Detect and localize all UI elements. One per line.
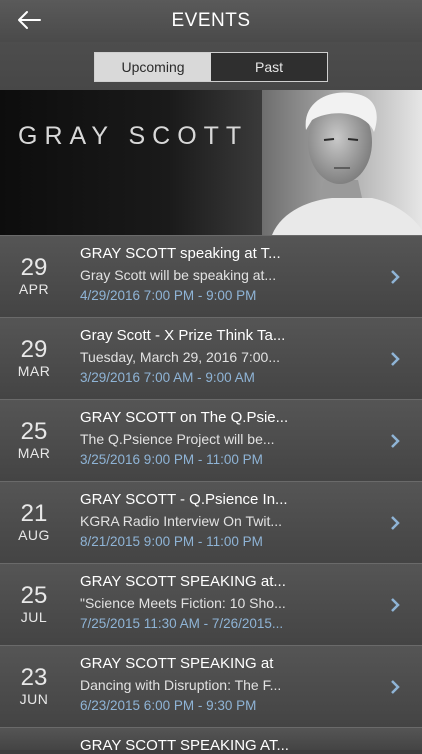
tab-switcher: Upcoming Past: [94, 52, 328, 82]
speaker-portrait: [262, 90, 422, 235]
event-date: 29 MAR: [0, 338, 68, 380]
event-time: 7/25/2015 11:30 AM - 7/26/2015...: [80, 616, 284, 631]
event-description: Gray Scott will be speaking at...: [80, 267, 277, 283]
event-row[interactable]: 25 JUL GRAY SCOTT SPEAKING at... "Scienc…: [0, 563, 422, 645]
event-date: 21 AUG: [0, 502, 68, 544]
event-description: Tuesday, March 29, 2016 7:00...: [80, 349, 281, 365]
page-title: EVENTS: [171, 10, 251, 31]
event-date: 29 APR: [0, 256, 68, 298]
chevron-right-icon: [391, 680, 400, 694]
event-time: 3/29/2016 7:00 AM - 9:00 AM: [80, 370, 255, 385]
event-row[interactable]: 29 APR GRAY SCOTT speaking at T... Gray …: [0, 235, 422, 317]
event-description: The Q.Psience Project will be...: [80, 431, 275, 447]
event-day: 29: [20, 254, 48, 281]
event-title: Gray Scott - X Prize Think Ta...: [80, 327, 286, 344]
event-month: APR: [18, 281, 50, 297]
segment-bar: Upcoming Past: [0, 42, 422, 90]
event-time: 6/23/2015 6:00 PM - 9:30 PM: [80, 698, 257, 713]
event-description: KGRA Radio Interview On Twit...: [80, 513, 283, 529]
event-month: JUL: [20, 609, 48, 625]
event-row[interactable]: 21 AUG GRAY SCOTT - Q.Psience In... KGRA…: [0, 481, 422, 563]
event-description: Dancing with Disruption: The F...: [80, 677, 282, 693]
speaker-banner: GRAY SCOTT: [0, 90, 422, 235]
event-title: GRAY SCOTT - Q.Psience In...: [80, 491, 288, 508]
chevron-right-icon: [391, 352, 400, 366]
event-day: 25: [20, 418, 48, 445]
event-title: GRAY SCOTT speaking at T...: [80, 245, 281, 262]
event-title: GRAY SCOTT on The Q.Psie...: [80, 409, 289, 426]
event-month: JUN: [19, 691, 49, 707]
chevron-right-icon: [391, 434, 400, 448]
event-day: 29: [20, 336, 48, 363]
chevron-right-icon: [391, 270, 400, 284]
event-row[interactable]: 23 JUN GRAY SCOTT SPEAKING at Dancing wi…: [0, 645, 422, 727]
event-row[interactable]: 25 MAR GRAY SCOTT on The Q.Psie... The Q…: [0, 399, 422, 481]
event-row[interactable]: GRAY SCOTT SPEAKING AT...: [0, 727, 422, 754]
tab-upcoming[interactable]: Upcoming: [95, 53, 211, 81]
event-time: 4/29/2016 7:00 PM - 9:00 PM: [80, 288, 257, 303]
banner-name: GRAY SCOTT: [18, 122, 249, 150]
event-day: 25: [20, 582, 48, 609]
event-title: GRAY SCOTT SPEAKING AT...: [80, 737, 289, 754]
event-row[interactable]: 29 MAR Gray Scott - X Prize Think Ta... …: [0, 317, 422, 399]
event-date: 25 MAR: [0, 420, 68, 462]
event-day: 21: [20, 500, 48, 527]
event-title: GRAY SCOTT SPEAKING at: [80, 655, 274, 672]
chevron-right-icon: [391, 516, 400, 530]
tab-past[interactable]: Past: [211, 53, 327, 81]
event-date: 23 JUN: [0, 666, 68, 708]
event-title: GRAY SCOTT SPEAKING at...: [80, 573, 286, 590]
event-time: 8/21/2015 9:00 PM - 11:00 PM: [80, 534, 263, 549]
event-month: AUG: [18, 527, 50, 543]
event-month: MAR: [17, 445, 51, 461]
chevron-right-icon: [391, 598, 400, 612]
event-month: MAR: [17, 363, 51, 379]
event-time: 3/25/2016 9:00 PM - 11:00 PM: [80, 452, 263, 467]
event-description: "Science Meets Fiction: 10 Sho...: [80, 595, 286, 611]
header-bar: EVENTS: [0, 0, 422, 42]
event-day: 23: [20, 664, 48, 691]
event-date: 25 JUL: [0, 584, 68, 626]
